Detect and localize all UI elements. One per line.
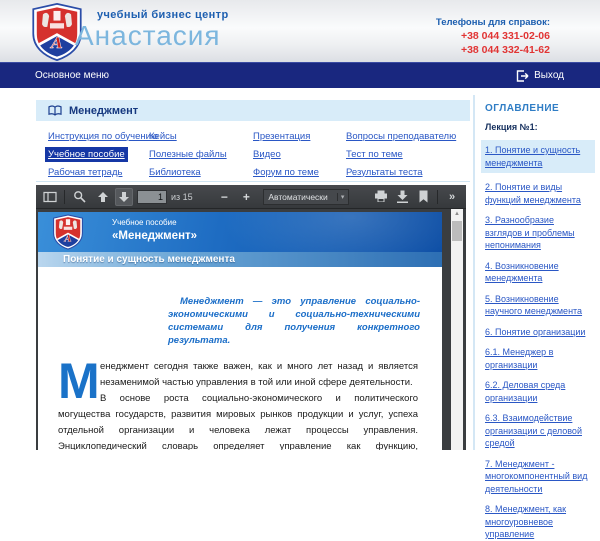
toc-item-5[interactable]: 5. Возникновение научного менеджмента [481, 293, 595, 318]
definition-paragraph: Менеджмент — это управление социально-эк… [168, 295, 420, 347]
chapter-title-bar: Понятие и сущность менеджмента [38, 252, 442, 267]
pdf-document-area: А Учебное пособие «Менеджмент» Понятие и… [36, 209, 466, 450]
toc-item-6-1[interactable]: 6.1. Менеджер в организации [481, 346, 595, 371]
more-tools-button[interactable]: » [443, 188, 461, 206]
body-paragraph-1: енеджмент сегодня также важен, как и мно… [58, 359, 418, 391]
toc-item-3[interactable]: 3. Разнообразие взглядов и проблемы непо… [481, 214, 595, 252]
zoom-out-button[interactable]: − [215, 188, 233, 206]
document-banner-text: Учебное пособие «Менеджмент» [112, 218, 197, 242]
course-link-presentation[interactable]: Презентация [250, 129, 313, 144]
zoom-in-button[interactable]: + [237, 188, 255, 206]
print-icon [374, 190, 388, 203]
toolbar-divider [64, 190, 65, 204]
course-link-workbook[interactable]: Рабочая тетрадь [45, 165, 125, 180]
brand-block: учебный бизнес центр Анастасия [75, 9, 229, 51]
brand-name: Анастасия [75, 21, 229, 51]
course-link-cases[interactable]: Кейсы [146, 129, 180, 144]
toc-item-6[interactable]: 6. Понятие организации [481, 326, 595, 339]
toc-item-6-3[interactable]: 6.3. Взаимодействие организации с делово… [481, 412, 595, 450]
phone-number-1: +38 044 331-02-06 [436, 30, 550, 42]
bookmark-icon [418, 190, 429, 203]
toc-item-1[interactable]: 1. Понятие и сущность менеджмента [481, 140, 595, 173]
toolbar-divider [437, 190, 438, 204]
top-menubar: Основное меню Выход [0, 62, 600, 88]
course-links-grid: Инструкция по обучению Кейсы Презентация… [36, 127, 470, 181]
zoom-out-icon: − [221, 190, 228, 204]
toc-item-7[interactable]: 7. Менеджмент - многокомпонентный вид де… [481, 458, 595, 496]
links-divider [36, 181, 470, 182]
main-content: Менеджмент Инструкция по обучению Кейсы … [36, 100, 470, 181]
double-chevron-icon: » [449, 191, 455, 203]
toc-item-8[interactable]: 8. Менеджмент, как многоуровневое управл… [481, 503, 595, 541]
course-link-test-results[interactable]: Результаты теста [343, 165, 425, 180]
document-logo-shield-icon: А [52, 214, 84, 250]
sidebar-toggle-icon [43, 191, 57, 203]
next-page-button[interactable] [115, 188, 133, 206]
bookmark-button[interactable] [414, 188, 432, 206]
toc-item-2[interactable]: 2. Понятие и виды функций менеджмента [481, 181, 595, 206]
download-button[interactable] [393, 188, 411, 206]
zoom-mode-select[interactable]: Автоматически ▾ [263, 189, 349, 205]
pdf-scrollbar[interactable]: ▲ [451, 209, 463, 450]
document-subtitle: Учебное пособие [112, 218, 197, 227]
course-section-header: Менеджмент [36, 100, 470, 121]
document-title: «Менеджмент» [112, 230, 197, 242]
toc-item-6-2[interactable]: 6.2. Деловая среда организации [481, 379, 595, 404]
page-number-input[interactable] [137, 190, 167, 204]
course-link-video[interactable]: Видео [250, 147, 284, 162]
toc-item-4[interactable]: 4. Возникновение менеджмента [481, 260, 595, 285]
zoom-mode-value: Автоматически [268, 192, 327, 202]
phone-number-2: +38 044 332-41-62 [436, 44, 550, 56]
course-link-library[interactable]: Библиотека [146, 165, 204, 180]
course-link-useful-files[interactable]: Полезные файлы [146, 147, 230, 162]
contact-phones: Телефоны для справок: +38 044 331-02-06 … [436, 17, 550, 56]
page-up-icon [97, 191, 109, 203]
download-icon [396, 190, 409, 203]
logout-label: Выход [534, 70, 564, 81]
book-icon [48, 105, 62, 116]
body-paragraph-2: В основе роста социально-экономического … [58, 391, 418, 450]
zoom-in-icon: + [243, 190, 250, 204]
course-link-topic-forum[interactable]: Форум по теме [250, 165, 322, 180]
svg-text:А: А [50, 34, 63, 52]
course-link-textbook[interactable]: Учебное пособие [45, 147, 128, 162]
previous-page-button[interactable] [94, 188, 112, 206]
drop-cap: М [58, 359, 100, 405]
site-header: А учебный бизнес центр Анастасия Телефон… [0, 0, 600, 62]
document-body-text: М енеджмент сегодня также важен, как и м… [58, 359, 418, 450]
toc-heading: ОГЛАВЛЕНИЕ [485, 103, 595, 114]
pdf-page: А Учебное пособие «Менеджмент» Понятие и… [38, 212, 442, 450]
document-banner: А Учебное пособие «Менеджмент» [38, 212, 442, 252]
page-count-label: из 15 [171, 192, 193, 202]
svg-text:А: А [63, 234, 71, 245]
pdf-viewer: из 15 − + Автоматически ▾ [36, 185, 466, 450]
toc-lecture-label: Лекция №1: [485, 122, 595, 132]
logout-button[interactable]: Выход [516, 70, 564, 82]
exit-icon [516, 70, 529, 82]
toc-sidebar: ОГЛАВЛЕНИЕ Лекция №1: 1. Понятие и сущно… [485, 103, 595, 541]
chevron-down-icon: ▾ [337, 193, 345, 201]
find-button[interactable] [70, 188, 88, 206]
sidebar-divider [473, 95, 475, 450]
scroll-up-icon[interactable]: ▲ [451, 209, 463, 217]
sidebar-toggle-button[interactable] [41, 188, 59, 206]
phones-label: Телефоны для справок: [436, 17, 550, 28]
pdf-toolbar: из 15 − + Автоматически ▾ [36, 185, 466, 209]
main-menu-link[interactable]: Основное меню [35, 70, 109, 81]
course-link-topic-test[interactable]: Тест по теме [343, 147, 406, 162]
course-title: Менеджмент [69, 105, 138, 117]
page-down-icon [118, 191, 130, 203]
print-button[interactable] [372, 188, 390, 206]
scrollbar-thumb[interactable] [452, 221, 462, 241]
search-icon [73, 190, 86, 203]
course-link-instructions[interactable]: Инструкция по обучению [45, 129, 161, 144]
course-link-teacher-questions[interactable]: Вопросы преподавателю [343, 129, 459, 144]
